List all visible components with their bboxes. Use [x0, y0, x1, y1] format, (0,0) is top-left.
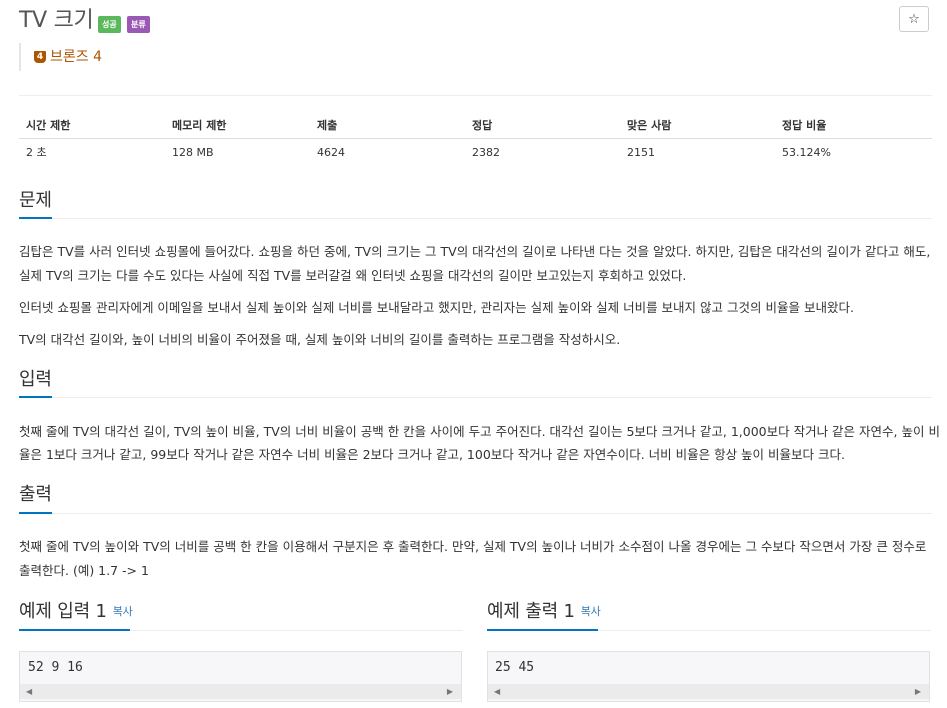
description-line: 김탑은 TV를 사러 인터넷 쇼핑몰에 들어갔다. 쇼핑을 하던 중에, TV의…	[19, 244, 931, 259]
solved-users-value[interactable]: 2151	[627, 146, 655, 160]
description-heading: 문제	[19, 190, 52, 211]
star-icon: ☆	[908, 12, 920, 27]
scroll-right-icon[interactable]: ▶	[447, 687, 453, 696]
heading-underline	[487, 629, 598, 631]
description-line: TV의 대각선 길이와, 높이 너비의 비율이 주어졌을 때, 실제 높이와 너…	[19, 332, 621, 347]
tier-label[interactable]: 브론즈 4	[50, 48, 102, 66]
description-line: 인터넷 쇼핑몰 관리자에게 이메일을 보내서 실제 높이와 실제 너비를 보내달…	[19, 300, 854, 315]
accepted-value: 2382	[472, 146, 500, 159]
star-button[interactable]: ☆	[899, 6, 929, 32]
table-header: 정답 비율	[782, 119, 827, 132]
sample-output-scrollbar[interactable]: ◀ ▶	[488, 684, 929, 699]
heading-underline	[19, 396, 52, 398]
accept-ratio-value: 53.124%	[782, 146, 831, 159]
section-divider	[19, 218, 932, 219]
sample-output-heading: 예제 출력 1 복사	[487, 601, 601, 623]
copy-sample-output-button[interactable]: 복사	[581, 605, 601, 618]
table-header: 시간 제한	[26, 119, 71, 132]
tier-divider	[19, 43, 21, 71]
heading-underline	[19, 629, 130, 631]
problem-title: TV 크기	[19, 8, 94, 33]
sample-input-content: 52 9 16	[28, 660, 83, 675]
output-heading: 출력	[19, 484, 52, 505]
description-line: 실제 TV의 크기는 다를 수도 있다는 사실에 직접 TV를 보러갈걸 왜 인…	[19, 268, 687, 283]
section-divider	[19, 513, 932, 514]
scroll-left-icon[interactable]: ◀	[26, 687, 32, 696]
scroll-right-icon[interactable]: ▶	[915, 687, 921, 696]
heading-underline	[19, 512, 52, 514]
output-description-line: 출력한다. (예) 1.7 -> 1	[19, 563, 149, 578]
sample-output-title: 예제 출력 1	[487, 601, 575, 622]
input-description-line: 첫째 줄에 TV의 대각선 길이, TV의 높이 비율, TV의 너비 비율이 …	[19, 424, 940, 439]
header-divider	[19, 95, 932, 96]
input-heading: 입력	[19, 369, 52, 390]
sample-input-scrollbar[interactable]: ◀ ▶	[20, 684, 461, 699]
table-header: 맞은 사람	[627, 119, 672, 132]
section-divider	[19, 397, 932, 398]
scroll-left-icon[interactable]: ◀	[494, 687, 500, 696]
time-limit-value: 2 초	[26, 146, 47, 159]
table-header: 제출	[317, 119, 338, 132]
success-badge[interactable]: 성공	[98, 16, 121, 33]
copy-sample-input-button[interactable]: 복사	[113, 605, 133, 618]
submissions-value: 4624	[317, 146, 345, 159]
sample-output-content: 25 45	[495, 660, 535, 675]
heading-underline	[19, 217, 52, 219]
table-header: 메모리 제한	[172, 119, 227, 132]
output-description-line: 첫째 줄에 TV의 높이와 TV의 너비를 공백 한 칸을 이용해서 구분지은 …	[19, 539, 927, 554]
table-header-divider	[19, 138, 932, 139]
class-badge[interactable]: 분류	[127, 16, 150, 33]
sample-input-title: 예제 입력 1	[19, 601, 107, 622]
bronze-tier-icon: 4	[34, 51, 46, 63]
memory-limit-value: 128 MB	[172, 146, 214, 159]
table-header: 정답	[472, 119, 493, 132]
sample-input-heading: 예제 입력 1 복사	[19, 601, 133, 623]
input-description-line: 율은 1보다 크거나 같고, 99보다 작거나 같은 자연수 너비 비율은 2보…	[19, 447, 845, 462]
